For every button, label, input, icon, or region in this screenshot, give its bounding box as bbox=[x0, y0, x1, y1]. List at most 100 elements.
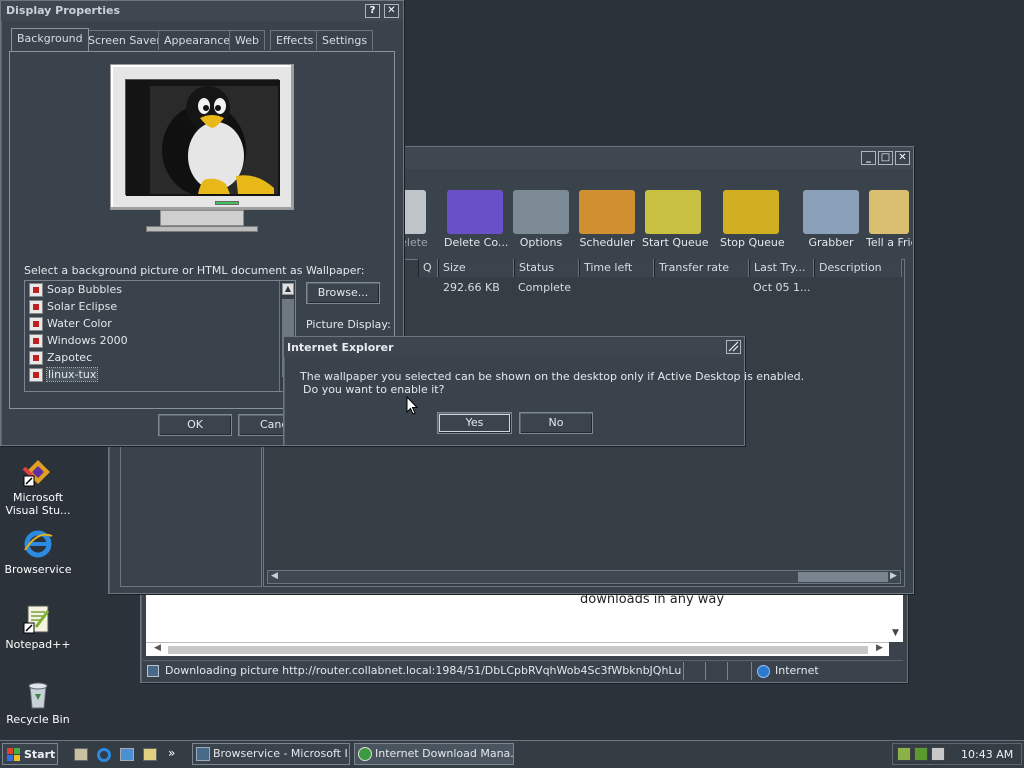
desktop-icon-notepad[interactable]: Notepad++ bbox=[0, 603, 76, 651]
minimize-button[interactable]: _ bbox=[861, 151, 876, 165]
toolbar-button-tell-a-frie[interactable]: Tell a Frie bbox=[866, 190, 912, 249]
yes-button[interactable]: Yes bbox=[437, 412, 512, 434]
scroll-thumb[interactable] bbox=[798, 572, 888, 582]
tab-settings[interactable]: Settings bbox=[316, 30, 374, 50]
tab-background[interactable]: Background bbox=[11, 28, 89, 51]
close-button[interactable]: ✕ bbox=[384, 4, 399, 18]
wallpaper-preview bbox=[125, 79, 280, 196]
windows-logo-icon bbox=[7, 748, 20, 761]
desktop-icon-label: Notepad++ bbox=[5, 638, 71, 651]
zone-label: Internet bbox=[775, 664, 819, 677]
desktop-icon-recycle-bin[interactable]: Recycle Bin bbox=[0, 678, 76, 726]
start-label: Start bbox=[24, 748, 56, 761]
list-item[interactable]: Soap Bubbles bbox=[29, 283, 277, 300]
toolbar-button-scheduler[interactable]: Scheduler bbox=[576, 190, 638, 249]
list-item[interactable]: Windows 2000 bbox=[29, 334, 277, 351]
column-header-q[interactable]: Q bbox=[418, 259, 438, 277]
quick-launch-chevron[interactable]: » bbox=[168, 746, 175, 760]
ie-page-content: downloads in any way bbox=[146, 592, 889, 642]
scroll-up-arrow-icon[interactable]: ▲ bbox=[282, 283, 294, 295]
clock[interactable]: 10:43 AM bbox=[961, 748, 1013, 761]
ok-button[interactable]: OK bbox=[158, 414, 232, 436]
status-divider bbox=[751, 662, 752, 680]
outlook-express-icon[interactable] bbox=[120, 748, 134, 761]
scroll-right-arrow-icon[interactable]: ▶ bbox=[890, 571, 897, 581]
row-last-try: Oct 05 1... bbox=[753, 281, 811, 294]
quick-launch: » bbox=[66, 745, 184, 765]
internet-explorer-icon[interactable] bbox=[97, 748, 111, 762]
wallpaper-list[interactable]: Soap Bubbles Solar Eclipse Water Color Wind… bbox=[24, 280, 296, 392]
system-tray: 10:43 AM bbox=[892, 743, 1022, 765]
no-button[interactable]: No bbox=[519, 412, 593, 434]
list-item[interactable]: linux-tux bbox=[29, 367, 277, 385]
scroll-left-arrow-icon[interactable]: ◀ bbox=[154, 643, 161, 653]
search-icon[interactable] bbox=[143, 748, 157, 761]
toolbar-button-label: Delete Co... bbox=[444, 236, 509, 249]
monitor-preview bbox=[110, 64, 294, 210]
desktop-icon-label: Browservice bbox=[4, 563, 72, 576]
scroll-thumb[interactable] bbox=[168, 646, 868, 654]
desktop-icon-label-1: Microsoft bbox=[12, 491, 64, 504]
list-item[interactable]: Water Color bbox=[29, 317, 277, 334]
toolbar-button-label: elete bbox=[400, 236, 428, 249]
ie-status-bar: Downloading picture http://router.collab… bbox=[143, 660, 903, 680]
tab-appearance[interactable]: Appearance bbox=[158, 30, 237, 50]
column-header-size[interactable]: Size bbox=[438, 259, 514, 277]
row-size: 292.66 KB bbox=[443, 281, 500, 294]
desktop-icon-visual-studio[interactable]: Microsoft Visual Stu... bbox=[0, 456, 76, 517]
toolbar-button-options[interactable]: Options bbox=[510, 190, 572, 249]
list-item[interactable]: Solar Eclipse bbox=[29, 300, 277, 317]
scroll-down-arrow-icon[interactable]: ▼ bbox=[892, 628, 899, 638]
network-tray-icon[interactable] bbox=[897, 747, 911, 761]
dialog-message-line-2: Do you want to enable it? bbox=[303, 383, 445, 396]
volume-tray-icon[interactable] bbox=[931, 747, 945, 761]
column-header-time-left[interactable]: Time left bbox=[579, 259, 654, 277]
taskbar-item-browservice[interactable]: Browservice - Microsoft I... bbox=[192, 743, 350, 765]
list-item-label: linux-tux bbox=[45, 367, 99, 382]
list-item[interactable]: Zapotec bbox=[29, 351, 277, 368]
toolbar-button-grabber[interactable]: Grabber bbox=[800, 190, 862, 249]
mouse-cursor-icon bbox=[406, 395, 419, 419]
toolbar-button-start-queue[interactable]: Start Queue bbox=[642, 190, 709, 249]
status-text: Downloading picture http://router.collab… bbox=[165, 664, 681, 677]
resize-grip-icon[interactable] bbox=[726, 340, 741, 354]
wallpaper-prompt: Select a background picture or HTML docu… bbox=[24, 264, 365, 277]
start-button[interactable]: Start bbox=[2, 743, 58, 765]
column-header-description[interactable]: Description bbox=[814, 259, 902, 277]
close-button[interactable]: ✕ bbox=[895, 151, 910, 165]
status-divider bbox=[683, 662, 684, 680]
image-file-icon bbox=[29, 300, 43, 314]
monitor-base bbox=[146, 226, 258, 232]
tab-screen-saver[interactable]: Screen Saver bbox=[82, 30, 167, 50]
list-item-label: Windows 2000 bbox=[47, 334, 128, 347]
column-header-status[interactable]: Status bbox=[514, 259, 579, 277]
show-desktop-icon[interactable] bbox=[74, 748, 88, 761]
toolbar-button-label: Start Queue bbox=[642, 236, 709, 249]
toolbar-icon bbox=[869, 190, 909, 234]
taskbar-item-idm[interactable]: Internet Download Mana... bbox=[354, 743, 514, 765]
column-header-last-try[interactable]: Last Try... bbox=[749, 259, 814, 277]
maximize-button[interactable]: □ bbox=[878, 151, 893, 165]
scroll-left-arrow-icon[interactable]: ◀ bbox=[271, 571, 278, 581]
toolbar-button-elete[interactable]: elete bbox=[400, 190, 428, 249]
cancel-button[interactable]: Canc bbox=[238, 414, 287, 436]
desktop-icon-browservice[interactable]: Browservice bbox=[0, 528, 76, 576]
ie-vertical-scrollbar[interactable]: ▼ bbox=[889, 594, 903, 642]
status-divider bbox=[705, 662, 706, 680]
toolbar-button-stop-queue[interactable]: Stop Queue bbox=[720, 190, 785, 249]
help-button[interactable]: ? bbox=[365, 4, 380, 18]
list-scrollbar[interactable]: ◀ ▶ bbox=[267, 570, 901, 584]
toolbar-icon bbox=[447, 190, 503, 234]
tab-effects[interactable]: Effects bbox=[270, 30, 320, 50]
recycle-bin-icon bbox=[22, 678, 54, 710]
toolbar-button-delete-co[interactable]: Delete Co... bbox=[444, 190, 509, 249]
column-header-transfer-rate[interactable]: Transfer rate bbox=[654, 259, 749, 277]
ie-horizontal-scrollbar[interactable]: ◀ ▶ bbox=[146, 642, 889, 656]
list-item-label: Water Color bbox=[47, 317, 112, 330]
idm-tray-icon[interactable] bbox=[914, 747, 928, 761]
taskbar-item-label: Browservice - Microsoft I... bbox=[213, 747, 350, 760]
browse-button[interactable]: Browse... bbox=[306, 282, 380, 304]
tab-web[interactable]: Web bbox=[229, 30, 265, 50]
list-item-label: Zapotec bbox=[47, 351, 93, 364]
scroll-right-arrow-icon[interactable]: ▶ bbox=[876, 643, 883, 653]
